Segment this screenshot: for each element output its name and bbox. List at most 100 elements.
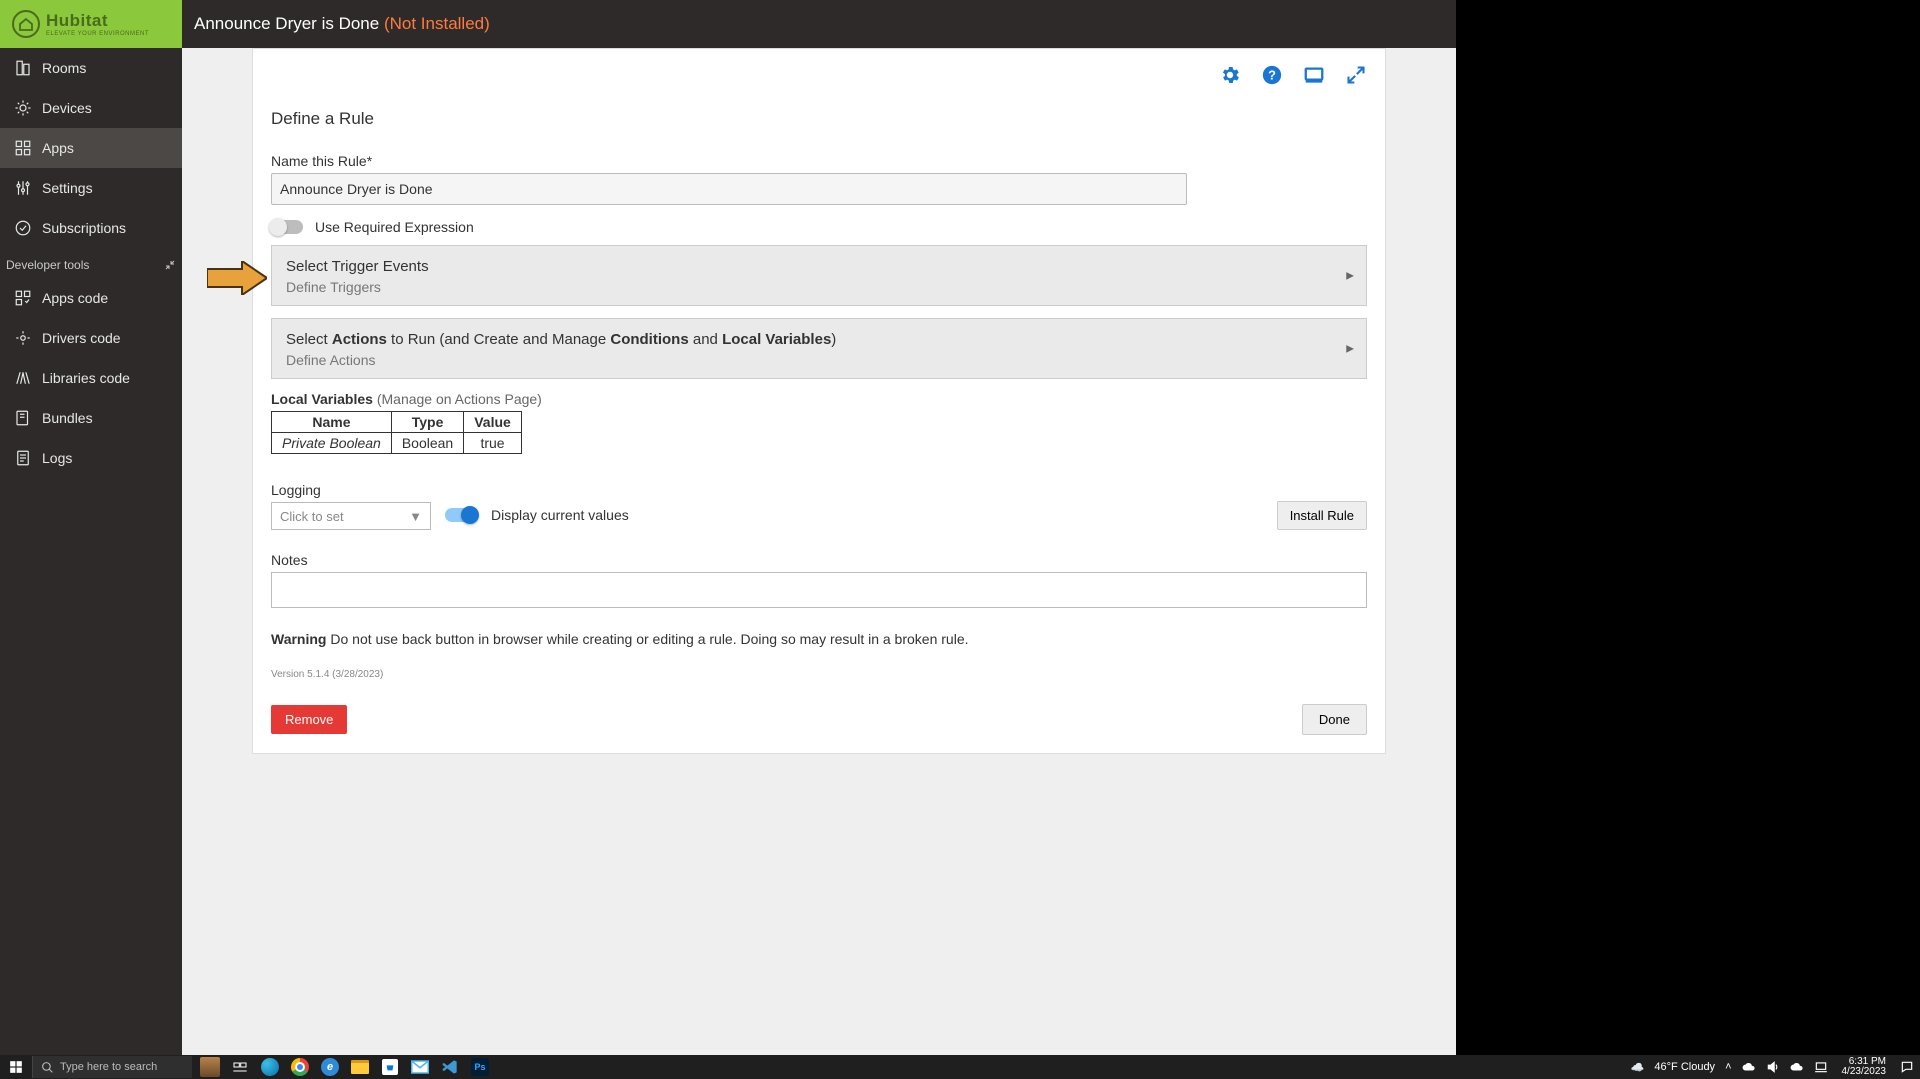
display-current-toggle[interactable] xyxy=(445,508,477,522)
developer-tools-label: Developer tools xyxy=(6,258,89,272)
tray-chevron-icon[interactable]: ˄ xyxy=(1725,1061,1731,1073)
svg-text:?: ? xyxy=(1268,68,1276,83)
taskbar-app-chrome[interactable] xyxy=(286,1055,314,1079)
drivers-code-icon xyxy=(14,329,32,347)
logging-select-value: Click to set xyxy=(280,509,344,524)
warning-text: Warning Do not use back button in browse… xyxy=(271,631,1367,647)
required-expression-toggle[interactable] xyxy=(271,220,303,234)
sidebar-item-label: Apps code xyxy=(42,290,108,306)
onedrive-icon[interactable] xyxy=(1742,1062,1756,1072)
gear-icon[interactable] xyxy=(1219,64,1241,86)
trigger-subtitle: Define Triggers xyxy=(286,279,1352,295)
version-text: Version 5.1.4 (3/28/2023) xyxy=(271,669,1367,680)
sidebar-item-subscriptions[interactable]: Subscriptions xyxy=(0,208,182,248)
sidebar-item-libraries-code[interactable]: Libraries code xyxy=(0,358,182,398)
sidebar-item-settings[interactable]: Settings xyxy=(0,168,182,208)
logo[interactable]: Hubitat ELEVATE YOUR ENVIRONMENT xyxy=(0,0,182,48)
settings-icon xyxy=(14,179,32,197)
volume-icon[interactable] xyxy=(1766,1060,1780,1074)
start-button[interactable] xyxy=(0,1055,32,1079)
logging-select[interactable]: Click to set ▼ xyxy=(271,502,431,530)
sidebar-item-apps[interactable]: Apps xyxy=(0,128,182,168)
sidebar-item-label: Settings xyxy=(42,180,93,196)
clock[interactable]: 6:31 PM 4/23/2023 xyxy=(1838,1057,1891,1077)
arrow-annotation-icon xyxy=(207,261,267,291)
weather-text[interactable]: 46°F Cloudy xyxy=(1654,1061,1715,1073)
trigger-events-accordion[interactable]: Select Trigger Events Define Triggers ▶ xyxy=(271,245,1367,306)
local-variables-label: Local Variables (Manage on Actions Page) xyxy=(271,391,1367,407)
taskbar-search[interactable]: Type here to search xyxy=(32,1056,192,1078)
sidebar-item-label: Rooms xyxy=(42,60,86,76)
notifications-icon[interactable] xyxy=(1900,1060,1914,1074)
actions-title: Select Actions to Run (and Create and Ma… xyxy=(286,329,1352,350)
rule-name-input[interactable] xyxy=(271,173,1187,205)
dropdown-icon: ▼ xyxy=(409,509,422,524)
logging-label: Logging xyxy=(271,482,431,498)
taskbar-apps: e Ps xyxy=(192,1055,498,1079)
search-placeholder: Type here to search xyxy=(60,1061,157,1073)
libraries-code-icon xyxy=(14,369,32,387)
sidebar-item-label: Logs xyxy=(42,450,72,466)
taskbar-app-explorer[interactable] xyxy=(346,1055,374,1079)
remove-button[interactable]: Remove xyxy=(271,705,347,734)
taskbar-app-edge[interactable] xyxy=(256,1055,284,1079)
sidebar: Rooms Devices Apps Settings Subscription… xyxy=(0,48,182,1055)
chevron-right-icon: ▶ xyxy=(1346,343,1354,354)
right-blank-area xyxy=(1456,0,1920,1055)
sidebar-item-label: Subscriptions xyxy=(42,220,126,236)
display-current-label: Display current values xyxy=(491,507,629,523)
apps-icon xyxy=(14,139,32,157)
cloud-icon[interactable] xyxy=(1790,1062,1804,1072)
sidebar-item-devices[interactable]: Devices xyxy=(0,88,182,128)
apps-code-icon xyxy=(14,289,32,307)
logs-icon xyxy=(14,449,32,467)
content-area: ? Define a Rule Name this Rule* Use Requ… xyxy=(182,48,1456,1055)
taskbar-app-ie[interactable]: e xyxy=(316,1055,344,1079)
taskbar-app-people[interactable] xyxy=(196,1055,224,1079)
devices-icon xyxy=(14,99,32,117)
install-status: (Not Installed) xyxy=(384,14,490,33)
network-icon[interactable] xyxy=(1814,1060,1828,1074)
windows-taskbar: Type here to search e Ps ☁️ 46°F Cloudy … xyxy=(0,1055,1920,1079)
system-tray: ☁️ 46°F Cloudy ˄ 6:31 PM 4/23/2023 xyxy=(1625,1057,1920,1077)
lv-type: Boolean xyxy=(391,433,463,454)
sidebar-item-label: Devices xyxy=(42,100,92,116)
sidebar-item-bundles[interactable]: Bundles xyxy=(0,398,182,438)
taskbar-app-taskview[interactable] xyxy=(226,1055,254,1079)
install-rule-button[interactable]: Install Rule xyxy=(1277,501,1367,530)
sidebar-item-logs[interactable]: Logs xyxy=(0,438,182,478)
sidebar-item-rooms[interactable]: Rooms xyxy=(0,48,182,88)
sidebar-item-label: Libraries code xyxy=(42,370,130,386)
lv-value: true xyxy=(464,433,522,454)
screen-icon[interactable] xyxy=(1303,64,1325,86)
clock-date: 4/23/2023 xyxy=(1842,1067,1887,1077)
collapse-icon xyxy=(164,259,176,271)
chevron-right-icon: ▶ xyxy=(1346,270,1354,281)
taskbar-app-vscode[interactable] xyxy=(436,1055,464,1079)
search-icon xyxy=(41,1061,54,1074)
help-icon[interactable]: ? xyxy=(1261,64,1283,86)
developer-tools-section[interactable]: Developer tools xyxy=(0,248,182,278)
logo-icon xyxy=(12,10,40,38)
weather-icon[interactable]: ☁️ xyxy=(1631,1061,1645,1074)
actions-accordion[interactable]: Select Actions to Run (and Create and Ma… xyxy=(271,318,1367,379)
taskbar-app-photoshop[interactable]: Ps xyxy=(466,1055,494,1079)
rule-panel: ? Define a Rule Name this Rule* Use Requ… xyxy=(252,48,1386,754)
expand-icon[interactable] xyxy=(1345,64,1367,86)
trigger-title: Select Trigger Events xyxy=(286,256,1352,277)
rooms-icon xyxy=(14,59,32,77)
taskbar-app-store[interactable] xyxy=(376,1055,404,1079)
logo-subtext: ELEVATE YOUR ENVIRONMENT xyxy=(46,31,149,37)
sidebar-item-drivers-code[interactable]: Drivers code xyxy=(0,318,182,358)
sidebar-item-apps-code[interactable]: Apps code xyxy=(0,278,182,318)
notes-textarea[interactable] xyxy=(271,572,1367,608)
taskbar-app-mail[interactable] xyxy=(406,1055,434,1079)
done-button[interactable]: Done xyxy=(1302,704,1367,735)
required-expression-label: Use Required Expression xyxy=(315,219,474,235)
actions-subtitle: Define Actions xyxy=(286,352,1352,368)
name-label: Name this Rule* xyxy=(271,153,1367,169)
subscriptions-icon xyxy=(14,219,32,237)
sidebar-item-label: Drivers code xyxy=(42,330,121,346)
page-title: Announce Dryer is Done xyxy=(194,14,379,33)
lv-name: Private Boolean xyxy=(272,433,392,454)
